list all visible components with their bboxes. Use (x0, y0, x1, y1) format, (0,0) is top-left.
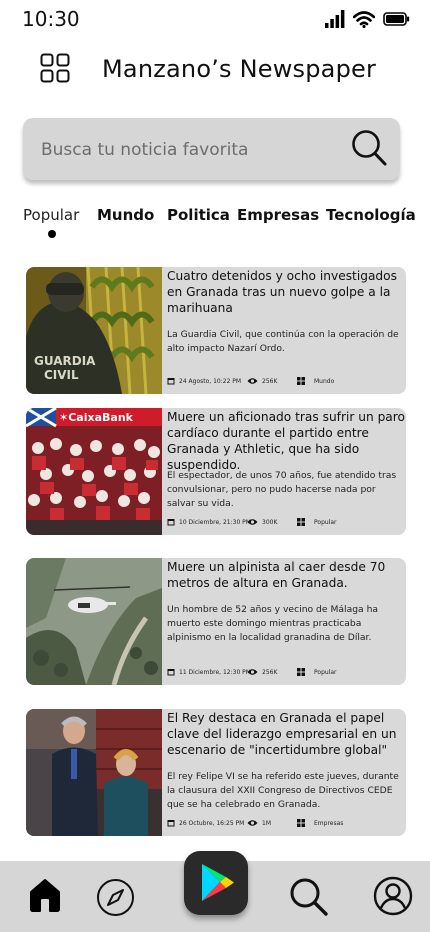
active-tab-indicator (48, 230, 56, 238)
battery-icon (383, 12, 410, 26)
article-category: Mundo (314, 378, 335, 385)
svg-text:GUARDIA: GUARDIA (34, 354, 96, 368)
news-card[interactable]: Muere un alpinista al caer desde 70 metr… (26, 558, 406, 685)
search-nav-icon[interactable] (289, 877, 331, 917)
status-bar: 10:30 (0, 0, 430, 40)
article-views: 256K (262, 669, 278, 676)
home-icon[interactable] (28, 877, 62, 912)
status-time: 10:30 (22, 7, 80, 31)
tab-empresas[interactable]: Empresas (237, 206, 319, 224)
article-views: 300K (262, 519, 278, 526)
article-date: 24 Agosto, 10:22 PM (179, 378, 242, 385)
search-icon[interactable] (350, 128, 390, 170)
search-bar (23, 118, 400, 180)
article-title[interactable]: Muere un alpinista al caer desde 70 metr… (167, 559, 406, 591)
article-date: 11 Diciembre, 12:30 PM (179, 669, 251, 676)
article-image (26, 558, 162, 685)
tab-politica[interactable]: Politica (167, 206, 230, 224)
wifi-icon (353, 10, 375, 28)
calendar-icon (167, 669, 175, 676)
eye-icon (247, 378, 258, 384)
search-input[interactable] (39, 133, 343, 167)
eye-icon (247, 669, 258, 675)
calendar-icon (167, 378, 175, 385)
play-button[interactable] (184, 851, 248, 915)
compass-icon[interactable] (96, 878, 135, 917)
news-card[interactable]: ✶CaixaBank Muere un aficionado tras sufr… (26, 408, 406, 535)
grid-small-icon (297, 518, 305, 526)
grid-small-icon (297, 819, 305, 827)
article-views: 1M (262, 820, 271, 827)
article-category: Popular (314, 519, 337, 526)
article-description: Un hombre de 52 años y vecino de Málaga … (167, 604, 379, 643)
article-image (26, 709, 162, 836)
signal-icon (325, 10, 345, 28)
news-card[interactable]: El Rey destaca en Granada el papel clave… (26, 709, 406, 836)
article-category: Popular (314, 669, 337, 676)
image-overlay-text: ✶CaixaBank (59, 411, 134, 424)
article-meta: 26 Octubre, 16:25 PM 1M Empresas (167, 819, 402, 831)
article-category: Empresas (314, 820, 344, 827)
eye-icon (247, 519, 258, 525)
article-date: 26 Octubre, 16:25 PM (179, 820, 245, 827)
article-views: 256K (262, 378, 278, 385)
image-overlay-text: GUARDIA CIVIL (34, 354, 96, 382)
article-meta: 24 Agosto, 10:22 PM 256K Mundo (167, 377, 402, 389)
grid-small-icon (297, 377, 305, 385)
article-title[interactable]: Muere un aficionado tras sufrir un paro … (167, 409, 406, 473)
category-tabs: Popular Mundo Politica Empresas Tecnolog… (23, 206, 423, 246)
status-icons (325, 10, 410, 28)
article-meta: 11 Diciembre, 12:30 PM 256K Popular (167, 668, 402, 680)
article-description: El espectador, de unos 70 años, fue aten… (167, 470, 397, 509)
tab-popular[interactable]: Popular (23, 206, 79, 224)
play-icon (202, 864, 234, 901)
user-icon[interactable] (373, 876, 413, 916)
article-title[interactable]: Cuatro detenidos y ocho investigados en … (167, 268, 406, 316)
svg-text:✶CaixaBank: ✶CaixaBank (59, 411, 134, 424)
article-description: El rey Felipe VI se ha referido este jue… (167, 771, 399, 810)
app-title: Manzano’s Newspaper (102, 55, 377, 83)
calendar-icon (167, 519, 175, 526)
app-header: Manzano’s Newspaper (0, 48, 430, 92)
grid-icon[interactable] (40, 53, 70, 83)
tab-mundo[interactable]: Mundo (97, 206, 154, 224)
eye-icon (247, 820, 258, 826)
tab-tecnologia[interactable]: Tecnología (326, 206, 416, 224)
article-meta: 10 Diciembre, 21:30 PM 300K Popular (167, 518, 402, 530)
calendar-icon (167, 820, 175, 827)
article-date: 10 Diciembre, 21:30 PM (179, 519, 251, 526)
article-title[interactable]: El Rey destaca en Granada el papel clave… (167, 710, 406, 758)
article-description: La Guardia Civil, que continúa con la op… (167, 329, 399, 354)
grid-small-icon (297, 668, 305, 676)
svg-text:CIVIL: CIVIL (44, 368, 79, 382)
news-card[interactable]: GUARDIA CIVIL Cuatro detenidos y ocho in… (26, 267, 406, 394)
